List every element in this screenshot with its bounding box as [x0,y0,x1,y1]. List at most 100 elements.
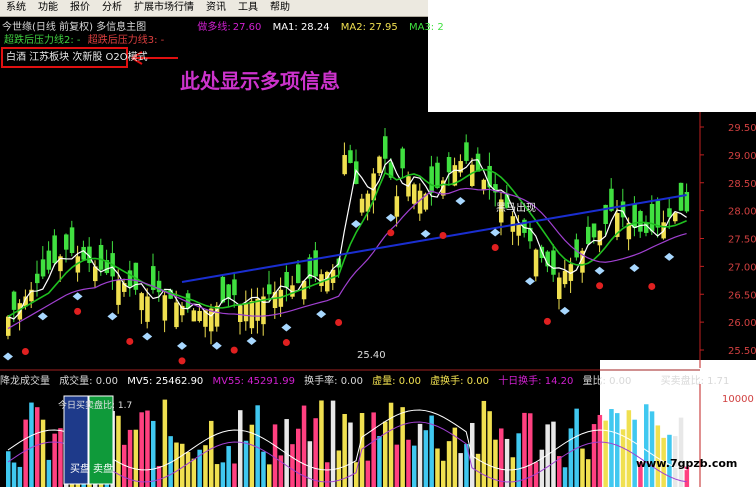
volume-bar [11,462,17,487]
diamond-marker [107,312,118,321]
ma3-line [7,168,687,318]
candle-body [69,227,75,253]
candle-body [359,198,365,213]
volume-bar [400,407,405,487]
volume-title: 降龙成交量 [0,376,50,387]
diamond-marker [559,306,570,315]
volume-bar [678,417,684,487]
volume-bar [133,429,139,487]
candle-body [197,310,202,322]
volume-bar [487,411,492,487]
volume-bar [499,428,504,487]
virtual-turnover: 虚换手: 0.00 [430,376,489,387]
volume-bar [597,414,603,487]
diamond-marker [281,323,292,332]
volume-bar [348,422,353,487]
volume-header: 降龙成交量 成交量: 0.00 MV5: 25462.90 MV55: 4529… [0,372,735,387]
candle-body [377,156,382,174]
candle-body [64,234,69,250]
volume-bar [504,438,510,487]
candle-body [429,166,434,193]
candle-body [313,250,318,277]
turnover-value: 换手率: 0.00 [304,376,363,387]
red-marker [178,357,186,365]
candle-body [238,305,243,322]
candle-body [383,136,388,159]
volume-bar [568,428,574,487]
candle-body [446,156,452,173]
volume-bar [58,428,63,487]
diamond-marker [455,197,466,206]
diamond-marker [316,310,327,319]
volume-bar [174,442,179,487]
volume-ratio: 量比: 0.00 [582,376,632,387]
volume-bar [562,467,568,487]
volume-bar [435,448,440,487]
volume-bar [261,451,266,487]
diamond-marker [420,229,431,238]
watermark: www.7gpzb.com [636,457,738,470]
mv5-value: MV5: 25462.90 [127,376,204,387]
volume-bar [417,423,423,487]
volume-value: 成交量: 0.00 [59,376,119,387]
diamond-marker [490,228,501,237]
volume-bar [423,430,429,487]
low-price-label: 25.40 [357,350,386,361]
price-tick-label: 28.50 [728,179,756,190]
volume-bar [226,446,231,487]
sell-label: 卖盘 [93,464,113,475]
mv55-value: MV55: 45291.99 [212,376,295,387]
candle-body [162,295,168,321]
volume-tick-label: 10000 [722,394,754,405]
price-tick-label: 27.00 [728,262,756,273]
volume-bar [609,409,614,487]
candle-body [226,284,231,299]
volume-bar [539,449,545,487]
volume-bar [394,444,400,487]
volume-bar [626,410,632,487]
candle-body [243,303,249,322]
volume-bar [156,465,162,487]
volume-bar [220,462,226,487]
red-marker [126,337,134,345]
volume-bar [586,459,591,487]
volume-bar [412,445,417,487]
price-tick-label: 29.00 [728,151,756,162]
ma3-value: MA3: 2 [408,22,444,33]
volume-bar [557,456,562,487]
volume-bar [649,411,655,487]
volume-bar [35,407,40,487]
virtual-volume: 虚量: 0.00 [372,376,421,387]
sector-info-box: 白酒 江苏板块 次新股 O2O模式 [1,47,148,68]
volume-bar [371,412,376,487]
volume-bar [145,410,150,487]
candle-body [98,244,104,270]
volume-bar [185,452,191,487]
candle-body [249,300,255,329]
candle-body [655,200,661,228]
diamond-marker [72,292,83,301]
red-marker [74,307,82,315]
volume-bar [383,421,388,487]
volume-bar [243,440,249,487]
price-tick-label: 29.50 [728,123,756,134]
candle-body [394,196,400,217]
red-marker [230,346,238,354]
candle-body [156,280,162,293]
diamond-marker [664,252,675,261]
candle-body [272,292,278,309]
candle-body [481,179,487,191]
candle-body [267,284,272,295]
purple-line [7,187,687,330]
buy-label: 买盘 [70,464,90,475]
candle-body [6,316,11,336]
candle-body [46,250,52,270]
kline-chart[interactable]: 29.50 29.00 28.50 28.00 27.50 27.00 26.50 26.00… [0,0,756,487]
price-tick-label: 26.00 [728,318,756,329]
indicator-value: 27.60 [232,22,262,33]
candle-body [139,293,144,311]
candle-body [191,310,197,322]
candle-body [470,164,475,186]
candle-body [81,246,86,260]
candle-body [667,208,672,217]
